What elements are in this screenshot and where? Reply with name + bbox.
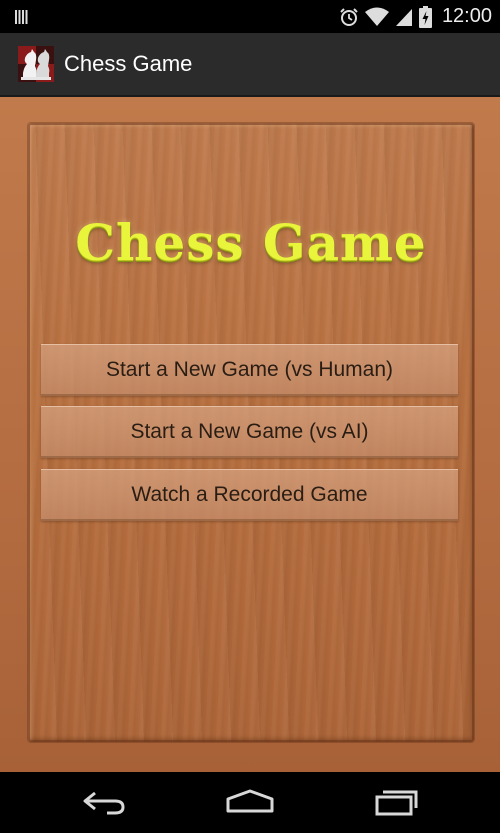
home-icon — [226, 789, 274, 813]
wifi-icon — [364, 7, 389, 26]
barcode-icon — [15, 10, 28, 24]
main-content: Chess Game Start a New Game (vs Human) S… — [0, 97, 500, 772]
back-button[interactable] — [74, 784, 134, 820]
button-label: Start a New Game (vs Human) — [105, 357, 394, 381]
status-bar: 12:00 — [0, 0, 500, 33]
wood-panel: Chess Game Start a New Game (vs Human) S… — [28, 123, 474, 742]
new-game-vs-human-button[interactable]: Start a New Game (vs Human) — [41, 344, 458, 396]
recent-apps-button[interactable] — [366, 784, 426, 820]
new-game-vs-ai-button[interactable]: Start a New Game (vs AI) — [41, 406, 458, 458]
app-title: Chess Game — [64, 51, 193, 76]
status-clock: 12:00 — [441, 5, 492, 27]
chess-knights-icon[interactable] — [18, 46, 54, 82]
alarm-icon — [340, 7, 358, 26]
recent-apps-icon — [375, 790, 418, 816]
battery-charging-icon — [418, 5, 432, 28]
action-bar: Chess Game — [0, 33, 500, 97]
home-button[interactable] — [220, 784, 280, 820]
button-label: Watch a Recorded Game — [131, 482, 368, 506]
back-icon — [83, 791, 125, 815]
signal-icon — [395, 8, 412, 26]
navigation-bar — [0, 772, 500, 833]
phone-screen: 12:00 Chess Game Chess Game Start a New … — [0, 0, 500, 833]
button-label: Start a New Game (vs AI) — [130, 419, 369, 443]
watch-recorded-game-button[interactable]: Watch a Recorded Game — [41, 469, 458, 521]
status-icons: 12:00 — [339, 0, 492, 33]
game-title: Chess Game — [75, 213, 427, 272]
